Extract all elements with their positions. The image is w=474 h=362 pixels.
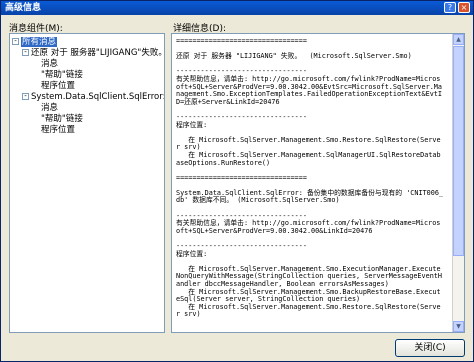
collapse-icon[interactable]: - <box>22 93 29 100</box>
tree-item-label: 所有消息 <box>21 37 58 47</box>
detail-line: 还原 对于 服务器 "LIJIGANG" 失败。 (Microsoft.SqlS… <box>176 52 412 61</box>
close-button[interactable]: 关闭(C) <box>395 339 465 357</box>
details-scrollbar[interactable]: ▲ ▼ <box>452 34 464 332</box>
scroll-down-icon[interactable]: ▼ <box>453 321 464 332</box>
tree-item-label: 消息 <box>41 103 59 113</box>
collapse-icon[interactable]: - <box>12 38 19 45</box>
collapse-icon[interactable]: - <box>22 49 29 56</box>
detail-line: System.Data.SqlClient.SqlError: 备份集中的数据库… <box>176 188 444 205</box>
tree-item[interactable]: 消息 <box>32 103 58 113</box>
detail-line: 在 Microsoft.SqlServer.Management.SqlMana… <box>176 150 441 167</box>
scroll-up-icon[interactable]: ▲ <box>453 34 464 45</box>
detail-line: 有关帮助信息，请单击: http://go.microsoft.com/fwli… <box>176 74 442 106</box>
tree-item[interactable]: 程序位置 <box>32 81 75 91</box>
detail-line: 在 Microsoft.SqlServer.Management.Smo.Res… <box>176 135 441 152</box>
message-tree[interactable]: - 所有消息 - 还原 对于 服务器"LIJIGANG"失败。 消息 "帮助"链接 程序位置… <box>9 33 165 333</box>
tree-item-label: "帮助"链接 <box>41 70 83 80</box>
detail-line: -------------------------------- <box>176 112 307 121</box>
detail-line: 程序位置: <box>176 120 208 129</box>
tree-item[interactable]: -System.Data.SqlClient.SqlError: 备份 <box>22 92 165 102</box>
title-bar[interactable]: 高级信息 ? × <box>1 1 473 15</box>
tree-item[interactable]: - 所有消息 <box>12 37 58 47</box>
scroll-thumb[interactable] <box>453 46 464 256</box>
detail-line: 在 Microsoft.SqlServer.Management.Smo.Exe… <box>176 264 442 288</box>
detail-line: -------------------------------- <box>176 242 307 251</box>
close-icon[interactable]: × <box>458 2 470 13</box>
tree-item[interactable]: 程序位置 <box>32 125 75 135</box>
detail-line: 有关帮助信息，请单击: http://go.microsoft.com/fwli… <box>176 219 441 235</box>
help-icon[interactable]: ? <box>444 2 456 13</box>
tree-item-label: 程序位置 <box>41 81 76 91</box>
tree-item-label: 程序位置 <box>41 125 76 135</box>
detail-line: 程序位置: <box>176 249 208 258</box>
tree-item-label: 消息 <box>41 59 59 69</box>
detail-line: 在 Microsoft.SqlServer.Management.Smo.Bac… <box>176 287 441 304</box>
tree-item[interactable]: "帮助"链接 <box>32 114 83 124</box>
tree-item-label: 还原 对于 服务器"LIJIGANG"失败。 <box>31 48 165 58</box>
tree-item[interactable]: - 还原 对于 服务器"LIJIGANG"失败。 <box>22 48 165 58</box>
tree-item[interactable]: 消息 <box>32 59 58 69</box>
window-title: 高级信息 <box>5 3 42 13</box>
detail-line: 在 Microsoft.SqlServer.Management.Smo.Res… <box>176 302 441 319</box>
detail-line: ================================ <box>176 173 307 182</box>
tree-item[interactable]: "帮助"链接 <box>32 70 83 80</box>
detail-line: ================================ <box>176 37 307 45</box>
tree-item-label: System.Data.SqlClient.SqlError: 备份 <box>31 92 165 102</box>
tree-item-label: "帮助"链接 <box>41 114 83 124</box>
details-panel[interactable]: ================================ 还原 对于 服务… <box>171 33 465 333</box>
details-text: ================================ 还原 对于 服务… <box>176 37 444 319</box>
advanced-info-dialog: 高级信息 ? × 消息组件(M): - 所有消息 - 还原 对于 服务器"LIJIGA… <box>0 0 474 362</box>
